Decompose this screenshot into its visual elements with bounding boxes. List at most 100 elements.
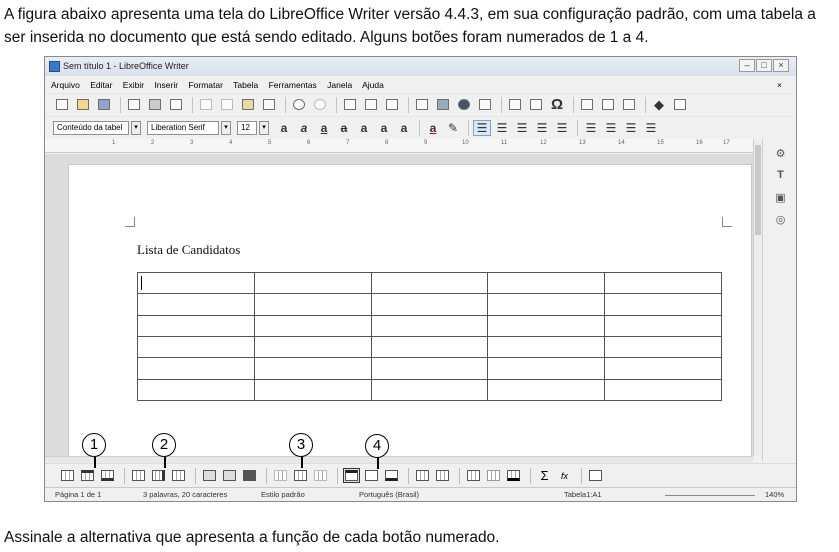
delete-rows-button[interactable] — [201, 468, 218, 483]
formula-button[interactable]: fx — [556, 468, 573, 483]
document-page[interactable]: Lista de Candidatos — [68, 164, 752, 464]
line-spacing-button[interactable]: ☰ — [553, 120, 571, 136]
menu-arquivo[interactable]: Arquivo — [51, 80, 80, 90]
insert-row-above-button[interactable] — [79, 468, 96, 483]
document-table[interactable] — [137, 271, 722, 402]
table-cell[interactable] — [604, 271, 722, 295]
table-cell[interactable] — [370, 378, 489, 402]
merge-cells-button[interactable] — [272, 468, 289, 483]
status-style[interactable]: Estilo padrão — [261, 488, 305, 501]
styles-icon[interactable]: T — [773, 169, 788, 183]
optimize-button[interactable] — [312, 468, 329, 483]
align-left-button[interactable]: ☰ — [473, 119, 491, 136]
text-box-icon[interactable] — [476, 97, 494, 113]
zoom-slider[interactable] — [665, 495, 755, 496]
open-icon[interactable] — [74, 97, 92, 113]
decrease-indent-button[interactable]: ☰ — [642, 120, 660, 136]
table-cell[interactable] — [487, 271, 606, 295]
split-cells-button[interactable] — [292, 468, 309, 483]
footnote-icon[interactable] — [599, 97, 617, 113]
menu-ferramentas[interactable]: Ferramentas — [269, 80, 317, 90]
table-cell[interactable] — [487, 378, 606, 402]
sum-button[interactable]: Σ — [536, 468, 553, 483]
border-color-button[interactable] — [505, 468, 522, 483]
horizontal-scrollbar[interactable] — [45, 456, 753, 463]
paragraph-style-select[interactable]: Conteúdo da tabel — [53, 120, 129, 135]
menu-ajuda[interactable]: Ajuda — [362, 80, 384, 90]
bullets-button[interactable]: ☰ — [582, 120, 600, 136]
table-properties-button[interactable] — [434, 468, 451, 483]
gallery-icon[interactable]: ▣ — [773, 191, 788, 205]
insert-chart-icon[interactable] — [455, 97, 473, 113]
undo-icon[interactable] — [290, 97, 308, 113]
numbering-button[interactable]: ☰ — [602, 120, 620, 136]
font-size-select[interactable]: 12 — [237, 120, 257, 135]
table-icon[interactable] — [59, 468, 76, 483]
draw-functions-icon[interactable] — [671, 97, 689, 113]
delete-table-button[interactable] — [170, 468, 187, 483]
italic-button[interactable]: a — [295, 120, 313, 136]
close-document-button[interactable]: × — [777, 77, 782, 93]
table-cell[interactable] — [137, 357, 255, 380]
autocheck-icon[interactable] — [362, 97, 380, 113]
status-page[interactable]: Página 1 de 1 — [55, 488, 101, 501]
strikethrough-button[interactable]: a — [335, 120, 353, 136]
table-cell[interactable] — [253, 378, 372, 402]
table-cell[interactable] — [487, 293, 606, 316]
table-cell[interactable] — [137, 378, 255, 402]
status-words[interactable]: 3 palavras, 20 caracteres — [143, 488, 227, 501]
bold-button[interactable]: a — [275, 120, 293, 136]
table-cell[interactable] — [604, 378, 722, 402]
horizontal-ruler[interactable]: 1 2 3 4 5 6 7 8 9 10 11 12 13 14 15 16 1… — [45, 139, 753, 153]
menu-editar[interactable]: Editar — [90, 80, 112, 90]
vertical-scrollbar[interactable] — [753, 139, 762, 456]
table-cell[interactable] — [370, 293, 489, 316]
table-cell[interactable] — [487, 335, 606, 359]
underline-button[interactable]: a — [315, 120, 333, 136]
table-cell[interactable] — [370, 335, 489, 359]
insert-column-before-button[interactable] — [130, 468, 147, 483]
menu-inserir[interactable]: Inserir — [154, 80, 178, 90]
menu-formatar[interactable]: Formatar — [188, 80, 222, 90]
table-cell[interactable] — [487, 357, 606, 380]
status-language[interactable]: Português (Brasil) — [359, 488, 419, 501]
table-cell[interactable] — [253, 293, 372, 316]
align-bottom-button[interactable] — [383, 468, 400, 483]
new-document-icon[interactable] — [53, 97, 71, 113]
table-cell[interactable] — [604, 335, 722, 359]
copy-icon[interactable] — [218, 97, 236, 113]
table-cell[interactable] — [487, 314, 606, 337]
font-name-select[interactable]: Liberation Serif — [147, 120, 219, 135]
delete-columns-button[interactable] — [221, 468, 238, 483]
table-cell[interactable] — [137, 293, 255, 316]
basic-shapes-icon[interactable]: ◆ — [650, 97, 668, 113]
shadow-button[interactable]: a — [395, 120, 413, 136]
borders-button[interactable] — [465, 468, 482, 483]
table-cell[interactable] — [604, 314, 722, 337]
select-table-button[interactable] — [241, 468, 258, 483]
increase-indent-button[interactable]: ☰ — [622, 120, 640, 136]
cut-icon[interactable] — [197, 97, 215, 113]
align-center-button[interactable]: ☰ — [493, 120, 511, 136]
align-center-vertical-button[interactable] — [363, 468, 380, 483]
redo-icon[interactable] — [311, 97, 329, 113]
table-cell[interactable] — [370, 271, 489, 295]
font-name-dropdown[interactable]: ▾ — [221, 120, 231, 135]
paste-icon[interactable] — [239, 97, 257, 113]
table-cell[interactable] — [370, 314, 489, 337]
close-window-button[interactable]: × — [773, 59, 789, 72]
print-preview-icon[interactable] — [167, 97, 185, 113]
insert-column-after-button[interactable] — [150, 468, 167, 483]
maximize-button[interactable]: □ — [756, 59, 772, 72]
print-icon[interactable] — [146, 97, 164, 113]
navigator-icon[interactable]: ◎ — [773, 213, 788, 227]
insert-image-icon[interactable] — [434, 97, 452, 113]
menu-tabela[interactable]: Tabela — [233, 80, 258, 90]
table-cell[interactable] — [370, 357, 489, 380]
formatting-marks-icon[interactable] — [383, 97, 401, 113]
border-style-button[interactable] — [485, 468, 502, 483]
comment-icon[interactable] — [620, 97, 638, 113]
superscript-button[interactable]: a — [355, 120, 373, 136]
insert-field-icon[interactable] — [527, 97, 545, 113]
spelling-icon[interactable] — [341, 97, 359, 113]
